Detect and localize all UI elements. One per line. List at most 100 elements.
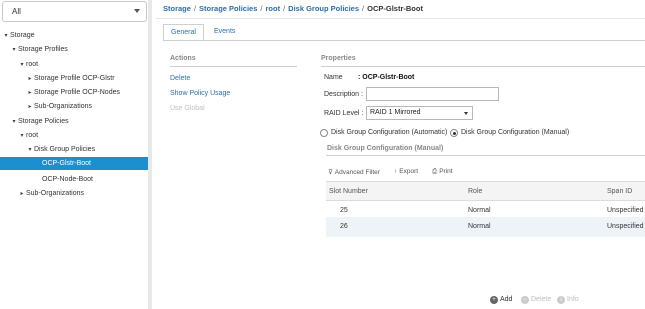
export-button[interactable]: ↑ Export xyxy=(394,168,418,175)
column-header-role[interactable]: Role xyxy=(468,188,482,195)
tree-item-root[interactable]: ▾ root xyxy=(18,58,38,71)
breadcrumb-disk-group-policies[interactable]: Disk Group Policies xyxy=(288,4,359,13)
grid-action-bar: + Add − Delete i Info xyxy=(156,293,645,309)
add-label: Add xyxy=(500,296,513,303)
expanded-arrow-icon: ▾ xyxy=(4,33,8,39)
breadcrumb-root[interactable]: root xyxy=(265,4,280,13)
tree-label: Storage Profile OCP-Nodes xyxy=(34,89,120,96)
filter-icon: ⊽ xyxy=(328,169,333,176)
radio-manual[interactable] xyxy=(450,129,458,137)
name-value: : OCP-Glstr-Boot xyxy=(358,74,415,81)
tree-item-storage-profiles[interactable]: ▾ Storage Profiles xyxy=(10,43,68,56)
cell-span-id: Unspecified xyxy=(607,207,644,214)
tree-item-suborganizations[interactable]: ▸ Sub-Organizations xyxy=(26,100,92,113)
tree-item-storage[interactable]: ▾ Storage xyxy=(2,29,35,42)
breadcrumb: Storage / Storage Policies / root / Disk Group… xyxy=(163,4,423,13)
radio-automatic-label: Disk Group Configuration (Automatic) xyxy=(331,129,448,136)
radio-automatic[interactable] xyxy=(320,129,328,137)
column-header-span-id[interactable]: Span ID xyxy=(607,188,632,195)
expanded-arrow-icon: ▾ xyxy=(12,119,16,125)
tree-item-storage-policies[interactable]: ▾ Storage Policies xyxy=(10,115,69,128)
cell-slot-number: 25 xyxy=(340,207,348,214)
grid-toolbar: ⊽ Advanced Filter ↑ Export ⎙ Print xyxy=(326,166,645,180)
use-global-link[interactable]: Use Global xyxy=(170,105,205,112)
expanded-arrow-icon: ▾ xyxy=(20,133,24,139)
raid-level-select[interactable]: RAID 1 Mirrored xyxy=(366,106,473,120)
expanded-arrow-icon: ▾ xyxy=(20,62,24,68)
collapsed-arrow-icon: ▸ xyxy=(28,90,32,96)
show-policy-usage-link[interactable]: Show Policy Usage xyxy=(170,90,230,97)
divider xyxy=(170,66,297,67)
breadcrumb-storage[interactable]: Storage xyxy=(163,4,191,13)
tree-item-ocp-glstr-boot[interactable]: OCP-Glstr-Boot xyxy=(0,157,148,170)
filter-value: All xyxy=(12,7,21,16)
disk-group-title: Disk Group Configuration (Manual) xyxy=(327,145,444,152)
raid-level-value: RAID 1 Mirrored xyxy=(370,109,421,116)
export-icon: ↑ xyxy=(394,168,398,175)
chevron-down-icon xyxy=(134,9,140,13)
plus-icon: + xyxy=(490,296,498,304)
breadcrumb-separator: / xyxy=(193,4,197,13)
navigation-pane: All ▾ Storage ▾ Storage Profiles ▾ root ▸ St… xyxy=(0,0,152,309)
delete-label: Delete xyxy=(531,296,552,303)
tree-label: Sub-Organizations xyxy=(34,103,92,110)
tab-general[interactable]: General xyxy=(163,24,204,41)
raid-level-label: RAID Level : xyxy=(324,110,364,117)
print-label: Print xyxy=(439,168,453,175)
chevron-down-icon xyxy=(464,112,468,115)
tree-label: OCP-Glstr-Boot xyxy=(42,160,92,167)
table-row[interactable]: 26 Normal Unspecified xyxy=(326,217,645,237)
collapsed-arrow-icon: ▸ xyxy=(28,76,32,82)
collapsed-arrow-icon: ▸ xyxy=(20,191,24,197)
export-label: Export xyxy=(399,168,419,175)
tree-label: Sub-Organizations xyxy=(26,190,84,197)
delete-link[interactable]: Delete xyxy=(170,75,190,82)
cell-role: Normal xyxy=(468,223,491,230)
radio-manual-label: Disk Group Configuration (Manual) xyxy=(461,129,570,136)
breadcrumb-separator: / xyxy=(362,4,365,13)
info-label: Info xyxy=(567,296,579,303)
tree-label: Storage Profile OCP-Glstr xyxy=(34,75,115,82)
tree-item-ocp-node-boot[interactable]: OCP-Node-Boot xyxy=(42,173,93,186)
breadcrumb-separator: / xyxy=(283,4,286,13)
tree-label: root xyxy=(26,61,39,68)
breadcrumb-separator: / xyxy=(260,4,263,13)
tree-label: root xyxy=(26,132,39,139)
delete-button[interactable]: − Delete xyxy=(521,296,551,304)
expanded-arrow-icon: ▾ xyxy=(12,47,16,53)
info-button[interactable]: i Info xyxy=(557,296,579,304)
name-label: Name xyxy=(324,74,343,81)
tree-label: OCP-Node-Boot xyxy=(42,176,93,183)
content-pane: Storage / Storage Policies / root / Disk Group… xyxy=(156,0,645,309)
tab-events[interactable]: Events xyxy=(207,24,242,41)
minus-icon: − xyxy=(521,296,529,304)
advanced-filter-label: Advanced Filter xyxy=(334,169,380,176)
cell-slot-number: 26 xyxy=(340,223,348,230)
expanded-arrow-icon: ▾ xyxy=(28,147,32,153)
actions-heading: Actions xyxy=(170,55,196,62)
collapsed-arrow-icon: ▸ xyxy=(28,104,32,110)
advanced-filter-button[interactable]: ⊽ Advanced Filter xyxy=(328,168,380,176)
tree-item-profile-nodes[interactable]: ▸ Storage Profile OCP-Nodes xyxy=(26,86,120,99)
filter-dropdown[interactable]: All xyxy=(2,1,147,22)
tree-label: Storage xyxy=(10,32,35,39)
tree-item-disk-group-policies[interactable]: ▾ Disk Group Policies xyxy=(26,143,95,156)
divider xyxy=(326,155,645,156)
tree-label: Disk Group Policies xyxy=(34,146,96,153)
add-button[interactable]: + Add xyxy=(490,296,512,304)
cell-span-id: Unspecified xyxy=(607,223,644,230)
tree-item-root[interactable]: ▾ root xyxy=(18,129,38,142)
tree-item-suborganizations[interactable]: ▸ Sub-Organizations xyxy=(18,187,84,200)
tree-label: Storage Policies xyxy=(18,118,69,125)
print-button[interactable]: ⎙ Print xyxy=(432,168,453,176)
description-label: Description : xyxy=(324,91,363,98)
description-input[interactable] xyxy=(366,87,499,101)
divider xyxy=(163,40,645,41)
printer-icon: ⎙ xyxy=(432,168,438,175)
tree-label: Storage Profiles xyxy=(18,46,68,53)
column-header-slot-number[interactable]: Slot Number xyxy=(329,188,368,195)
info-icon: i xyxy=(557,296,565,304)
tree-item-profile-glstr[interactable]: ▸ Storage Profile OCP-Glstr xyxy=(26,72,115,85)
breadcrumb-storage-policies[interactable]: Storage Policies xyxy=(199,4,257,13)
divider xyxy=(156,18,645,19)
